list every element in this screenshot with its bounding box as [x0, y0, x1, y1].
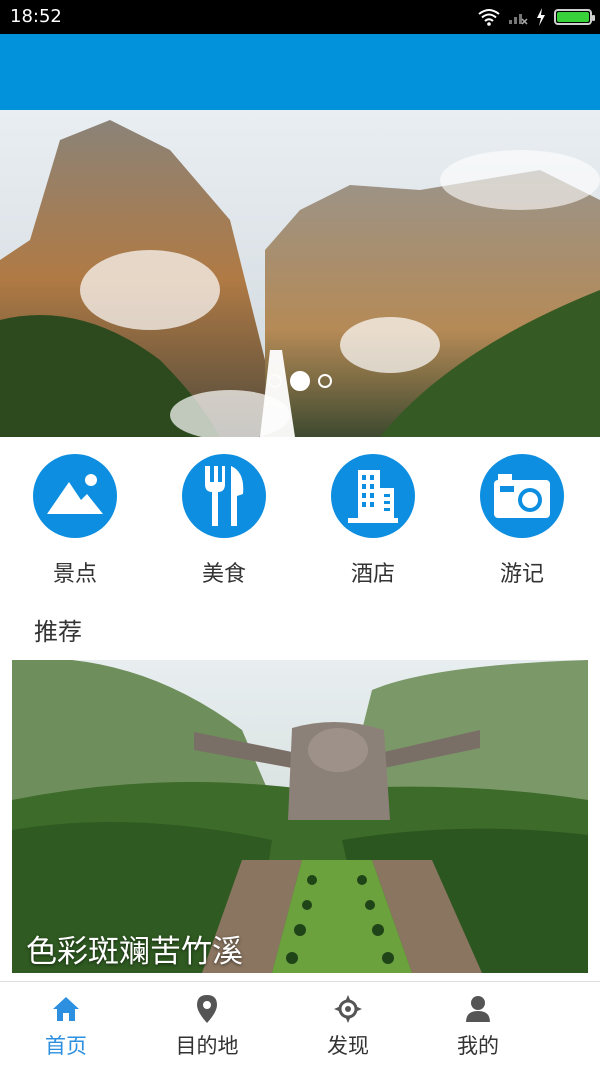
category-travelogue[interactable]: 游记 — [462, 447, 582, 588]
bottom-tab-bar: 首页 目的地 发现 我的 — [0, 981, 600, 1068]
carousel-dot[interactable] — [318, 374, 332, 388]
tab-label: 发现 — [327, 1034, 369, 1058]
signal-icon — [509, 14, 528, 25]
category-hotel[interactable]: 酒店 — [313, 447, 433, 588]
fork-knife-icon — [205, 466, 244, 526]
tab-label: 首页 — [45, 1034, 87, 1058]
carousel-dot[interactable] — [268, 374, 282, 388]
tab-label: 目的地 — [175, 1034, 239, 1058]
compass-icon — [334, 995, 362, 1023]
category-food[interactable]: 美食 — [164, 447, 284, 588]
location-pin-icon — [197, 995, 217, 1023]
category-label: 游记 — [499, 562, 544, 587]
section-title: 推荐 — [34, 618, 82, 646]
tab-label: 我的 — [457, 1034, 499, 1058]
tab-destination[interactable]: 目的地 — [147, 982, 267, 1068]
mountain-icon — [47, 474, 103, 514]
category-label: 酒店 — [350, 562, 395, 587]
status-bar: 18:52 — [0, 0, 600, 34]
app-bar — [0, 34, 600, 110]
battery-icon — [554, 9, 595, 25]
tab-discover[interactable]: 发现 — [288, 982, 408, 1068]
carousel-indicator — [0, 371, 600, 391]
category-grid: 景点 美食 酒店 游记 — [0, 447, 600, 597]
building-icon — [348, 470, 398, 523]
user-icon — [466, 996, 490, 1022]
banner-carousel[interactable] — [0, 110, 600, 437]
tab-mine[interactable]: 我的 — [418, 982, 538, 1068]
status-time: 18:52 — [10, 6, 62, 27]
home-icon — [53, 997, 79, 1021]
tab-home[interactable]: 首页 — [6, 982, 126, 1068]
recommend-caption: 色彩斑斓苦竹溪 — [26, 934, 243, 970]
camera-icon — [494, 474, 550, 518]
carousel-dot-active[interactable] — [290, 371, 310, 391]
category-label: 美食 — [201, 562, 246, 587]
category-label: 景点 — [52, 562, 97, 587]
wifi-icon — [478, 9, 500, 26]
charging-icon — [537, 8, 545, 26]
recommend-card[interactable]: 色彩斑斓苦竹溪 — [12, 660, 588, 973]
category-scenic[interactable]: 景点 — [15, 447, 135, 588]
